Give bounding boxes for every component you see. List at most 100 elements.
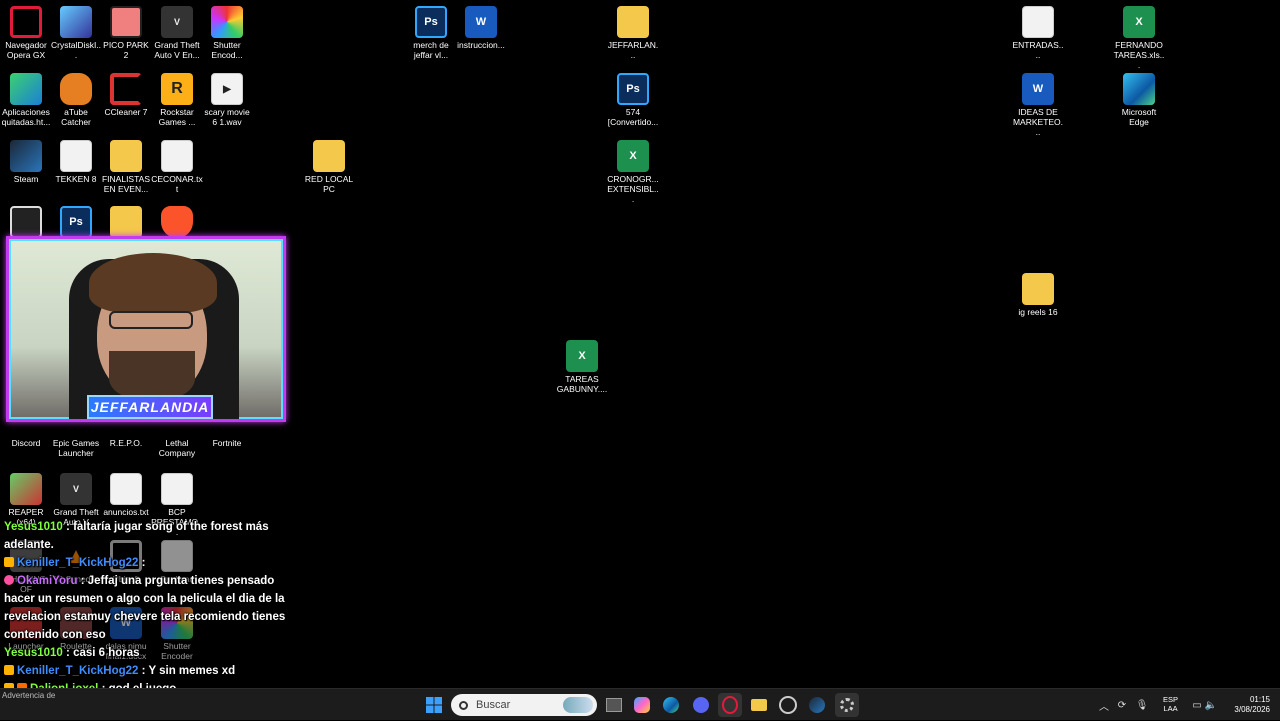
icon-label: Fortnite (212, 438, 242, 448)
icon-label: JEFFARLAN... (607, 40, 659, 60)
desktop-icon-crystaldisk[interactable]: CrystalDiskI... (50, 2, 102, 60)
icon-label: CECONAR.txt (151, 174, 203, 194)
clock[interactable]: 01:15 3/08/2026 (1226, 695, 1270, 715)
search-placeholder: Buscar (476, 699, 511, 711)
word-file-icon: W (1022, 73, 1054, 105)
desktop-icon-instruccion[interactable]: W instruccion... (455, 2, 507, 50)
icon-label: Steam (13, 174, 39, 184)
edge-html-file-icon (10, 73, 42, 105)
taskbar-settings[interactable] (835, 693, 859, 717)
start-button[interactable] (422, 693, 446, 717)
obs-icon (10, 206, 42, 238)
desktop-icon-ceconar[interactable]: CECONAR.txt (151, 136, 203, 194)
desktop-icon-ideas[interactable]: W IDEAS DE MARKETEO... (1012, 69, 1064, 137)
desktop-icon-cronogr[interactable]: X CRONOGR... EXTENSIBL... (607, 136, 659, 204)
folder-icon (1022, 273, 1054, 305)
copilot-icon (634, 697, 650, 713)
desktop-icon-epic[interactable]: Epic Games Launcher (50, 426, 102, 458)
desktop-icon-psapp[interactable]: Ps (50, 202, 102, 240)
atube-icon (60, 73, 92, 105)
desktop-icon-picopark[interactable]: PICO PARK 2 (100, 2, 152, 60)
icon-label: Lethal Company (158, 438, 196, 458)
taskbar-edge[interactable] (659, 693, 683, 717)
volume-icon[interactable]: 🔈 (1204, 700, 1218, 711)
desktop-icon-atube[interactable]: aTube Catcher (50, 69, 102, 127)
desktop-icon-brave[interactable] (151, 202, 203, 240)
desktop-icon-lethal[interactable]: Lethal Company (151, 426, 203, 458)
chat-text: : Y sin memes xd (138, 665, 236, 677)
excel-file-icon: X (617, 140, 649, 172)
desktop-icon-574[interactable]: Ps 574 [Convertido... (607, 69, 659, 127)
windows-start-icon (426, 697, 442, 713)
chat-username: Keniller_T_KickHog22 (17, 557, 139, 569)
desktop-icon-finalistas[interactable]: FINALISTAS EN EVEN... (100, 136, 152, 194)
folder-icon (617, 6, 649, 38)
desktop-icon-redlocal[interactable]: RED LOCAL PC (303, 136, 355, 194)
icon-label: Microsoft Edge (1121, 107, 1157, 127)
network-icon[interactable]: ▭ (1190, 700, 1204, 711)
desktop-icon-tareas[interactable]: X TAREAS GABUNNY.... (556, 336, 608, 394)
desktop-icon-edge[interactable]: Microsoft Edge (1113, 69, 1165, 127)
chat-username: Keniller_T_KickHog22 (17, 665, 139, 677)
photoshop-file-icon: Ps (415, 6, 447, 38)
audio-file-icon: ▶ (211, 73, 243, 105)
microphone-icon[interactable]: 🎙 (1132, 700, 1152, 711)
rockstar-icon: R (161, 73, 193, 105)
folder-icon (313, 140, 345, 172)
desktop-icon-jeffarlan[interactable]: JEFFARLAN... (607, 2, 659, 60)
taskbar-steam[interactable] (805, 693, 829, 717)
desktop-icon-obs[interactable] (0, 202, 52, 240)
icon-label: FERNANDO TAREAS.xls... (1113, 40, 1165, 70)
taskbar-file-explorer-dark[interactable] (602, 693, 626, 717)
desktop-icon-gta1[interactable]: V Grand Theft Auto V En... (151, 2, 203, 60)
desktop-icon-steam[interactable]: Steam (0, 136, 52, 184)
desktop-icon-entradas[interactable]: ENTRADAS.... (1012, 2, 1064, 60)
text-file-icon (1022, 6, 1054, 38)
desktop-icon-ccleaner[interactable]: CCleaner 7 (100, 69, 152, 117)
taskbar-search[interactable]: Buscar (451, 694, 597, 716)
chat-message: Yesus1010 : casi 6 horas (0, 644, 290, 662)
desktop-icon-rockstar[interactable]: R Rockstar Games ... (151, 69, 203, 127)
sync-icon[interactable]: ⟳ (1112, 700, 1132, 711)
language-indicator[interactable]: ESP LAA (1163, 695, 1178, 713)
word-file-icon: W (465, 6, 497, 38)
opera-gx-icon (10, 6, 42, 38)
phone-link-icon (779, 696, 797, 714)
taskbar-file-explorer[interactable] (747, 693, 771, 717)
icon-label: TEKKEN 8 (55, 174, 97, 184)
chat-message: Keniller_T_KickHog22 : (0, 554, 290, 572)
chat-username: OkamiYoru (17, 575, 78, 587)
taskbar-opera-gx[interactable] (718, 693, 742, 717)
desktop-icon-scary[interactable]: ▶ scary movie 6 1.wav (201, 69, 253, 127)
taskbar-copilot[interactable] (630, 693, 654, 717)
icon-label: CCleaner 7 (104, 107, 148, 117)
desktop-icon-shutter1[interactable]: Shutter Encod... (201, 2, 253, 60)
system-tray: ︿ ⟳ 🎙 (1096, 689, 1152, 721)
search-highlight-image (563, 697, 593, 713)
desktop-icon-merch[interactable]: Ps merch de jeffar vl... (405, 2, 457, 60)
desktop-icon-aplicaciones[interactable]: Aplicaciones quitadas.ht... (0, 69, 52, 127)
desktop-icon-repo[interactable]: R.E.P.O. (100, 426, 152, 448)
webcam-hair (89, 253, 217, 313)
desktop-icon-igreels[interactable]: ig reels 16 (1012, 269, 1064, 317)
icon-label: CRONOGR... EXTENSIBL... (607, 174, 659, 204)
chat-message: Yesus1010 : faltaría jugar song of the f… (0, 518, 290, 554)
desktop-icon-folder4[interactable] (100, 202, 152, 240)
taskbar-warning[interactable]: Advertencia de (2, 691, 55, 700)
desktop-icon-fernando[interactable]: X FERNANDO TAREAS.xls... (1113, 2, 1165, 70)
taskbar-phone-link[interactable] (776, 693, 800, 717)
desktop-icon-tekken[interactable]: TEKKEN 8 (50, 136, 102, 184)
desktop-icon-discord[interactable]: Discord (0, 426, 52, 448)
taskbar-discord[interactable] (689, 693, 713, 717)
desktop-icon-opera[interactable]: Navegador Opera GX (0, 2, 52, 60)
text-file-icon (161, 140, 193, 172)
icon-label: anuncios.txt (103, 507, 149, 517)
icon-label: ig reels 16 (1018, 307, 1058, 317)
desktop-icon-anuncios[interactable]: anuncios.txt (100, 469, 152, 517)
show-hidden-icons-icon[interactable]: ︿ (1096, 698, 1112, 713)
icon-label: Navegador Opera GX (5, 40, 47, 60)
text-file-icon (161, 473, 193, 505)
desktop-icon-fortnite[interactable]: Fortnite (201, 426, 253, 448)
excel-file-icon: X (1123, 6, 1155, 38)
shutter-encoder-icon (211, 6, 243, 38)
